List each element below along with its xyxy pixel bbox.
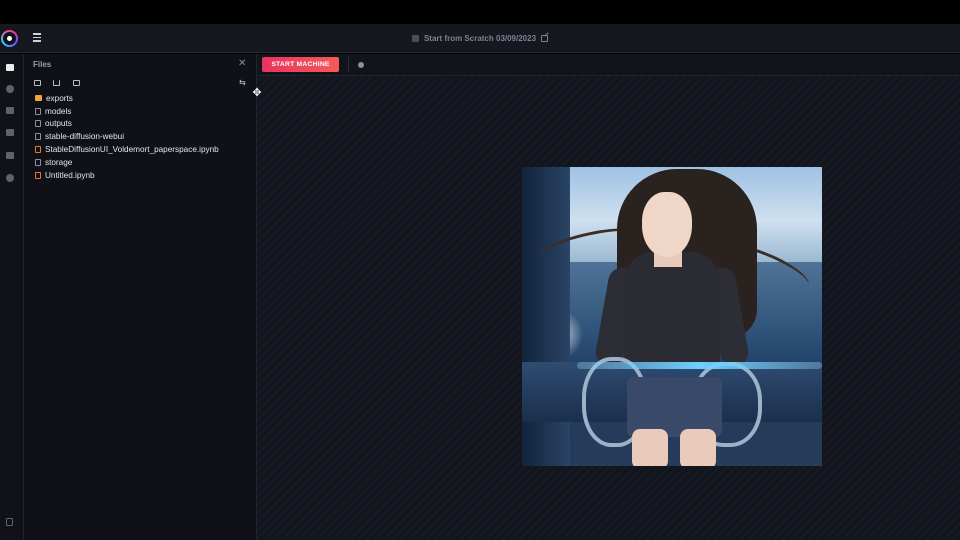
- files-panel: Files ✕ ⇆ exports models outputs stable-…: [24, 54, 257, 540]
- start-machine-button[interactable]: START MACHINE: [262, 57, 339, 72]
- edit-icon[interactable]: [541, 35, 549, 42]
- terminal-icon[interactable]: [6, 152, 14, 159]
- file-item-exports[interactable]: exports: [35, 92, 219, 105]
- upload-icon[interactable]: [53, 80, 60, 86]
- file-icon: [35, 158, 41, 166]
- file-icon: [35, 107, 41, 115]
- app-header: Start from Scratch 03/09/2023: [0, 24, 960, 53]
- move-cursor-icon: ✥: [252, 87, 262, 99]
- folder-icon: [35, 95, 42, 102]
- new-folder-icon[interactable]: [34, 80, 41, 86]
- close-icon[interactable]: ✕: [238, 59, 246, 69]
- file-item-untitled-notebook[interactable]: Untitled.ipynb: [35, 169, 219, 182]
- files-icon[interactable]: [6, 64, 14, 71]
- notebook-title-bar: Start from Scratch 03/09/2023: [0, 24, 960, 53]
- stack-icon[interactable]: [6, 107, 14, 114]
- file-item-outputs[interactable]: outputs: [35, 118, 219, 131]
- file-icon: [35, 133, 41, 141]
- file-item-stable-diffusion-webui[interactable]: stable-diffusion-webui: [35, 130, 219, 143]
- notes-icon[interactable]: [6, 129, 14, 136]
- notebook-file-icon: [35, 171, 41, 179]
- notebook-toolbar: START MACHINE: [257, 54, 960, 76]
- file-item-label: outputs: [45, 119, 72, 129]
- file-item-label: stable-diffusion-webui: [45, 132, 125, 142]
- files-panel-title: Files: [33, 60, 52, 69]
- top-letterbox: [0, 0, 960, 24]
- file-item-label: Untitled.ipynb: [45, 170, 95, 180]
- docs-icon[interactable]: [6, 518, 13, 526]
- file-list: exports models outputs stable-diffusion-…: [35, 92, 219, 182]
- file-item-storage[interactable]: storage: [35, 156, 219, 169]
- toolbar-divider: [348, 57, 349, 72]
- upload-folder-icon[interactable]: [73, 80, 80, 86]
- file-item-label: StableDiffusionUI_Voldemort_paperspace.i…: [45, 145, 219, 155]
- notebook-file-icon: [35, 146, 41, 154]
- data-icon[interactable]: [6, 85, 14, 93]
- notebook-icon: [411, 35, 419, 42]
- notebook-title[interactable]: Start from Scratch 03/09/2023: [424, 34, 536, 43]
- file-item-label: storage: [45, 157, 73, 167]
- generated-image-preview: [522, 167, 822, 466]
- left-rail: [0, 54, 24, 540]
- file-icon: [35, 120, 41, 128]
- file-item-label: exports: [46, 93, 73, 103]
- refresh-icon[interactable]: ⇆: [239, 79, 246, 87]
- file-item-models[interactable]: models: [35, 105, 219, 118]
- clock-icon[interactable]: [6, 174, 14, 182]
- file-item-label: models: [45, 106, 72, 116]
- machine-status-indicator: [358, 62, 364, 68]
- file-item-voldemort-notebook[interactable]: StableDiffusionUI_Voldemort_paperspace.i…: [35, 143, 219, 156]
